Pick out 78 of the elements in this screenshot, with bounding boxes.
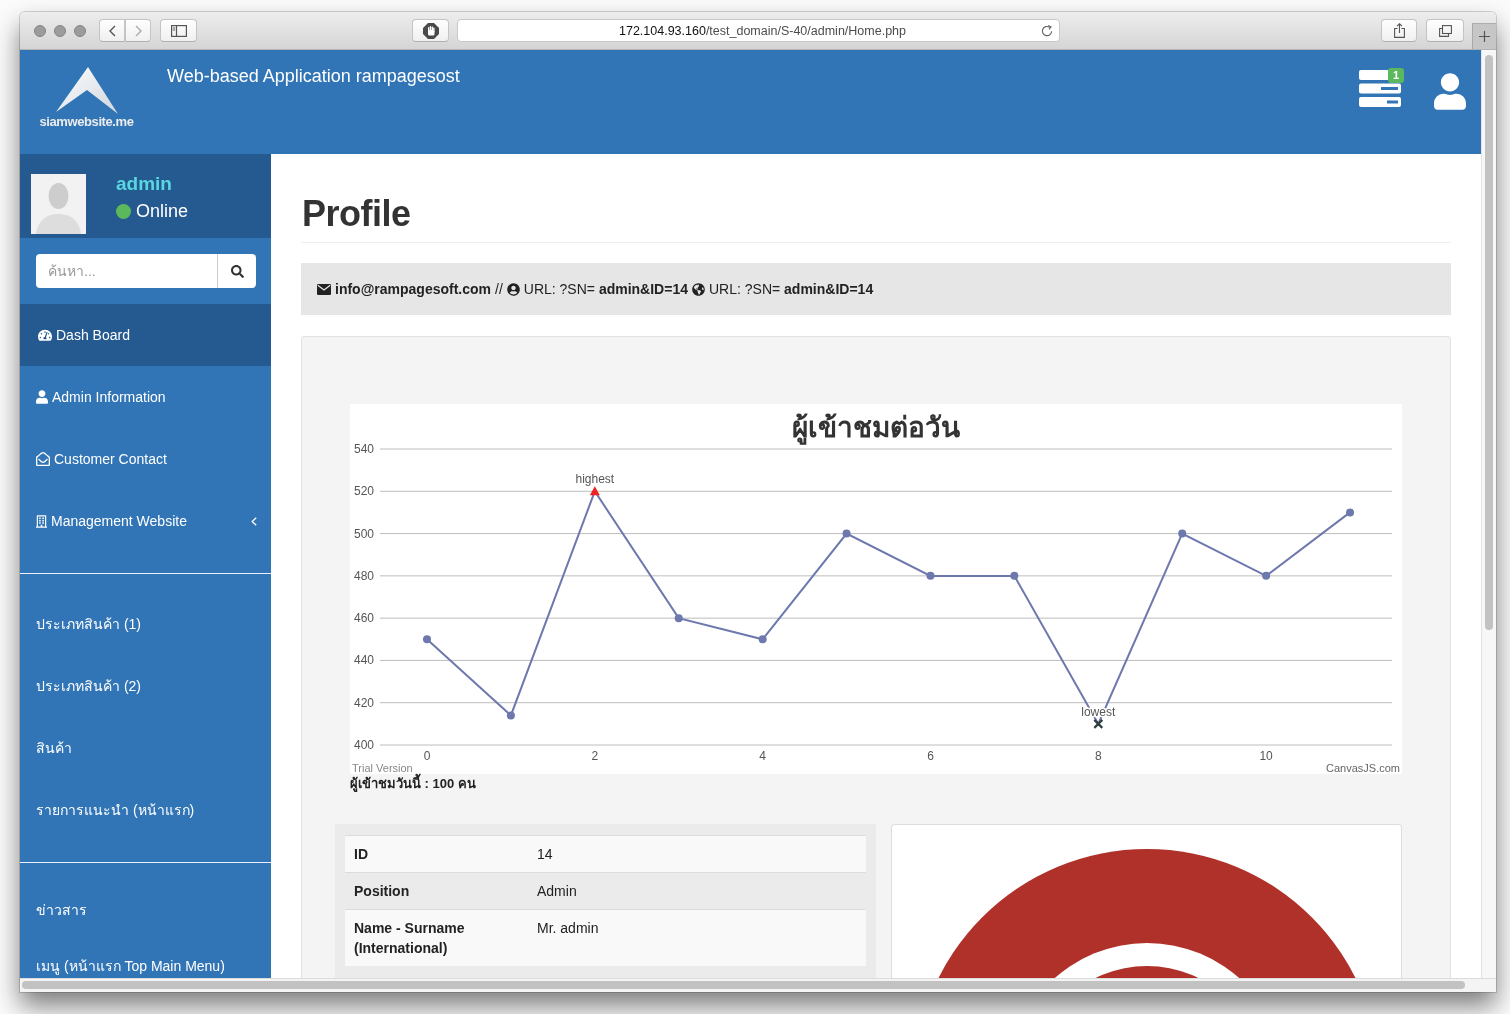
axis-label: 540 <box>353 442 374 456</box>
address-field[interactable]: 172.104.93.160/test_domain/S-40/admin/Home.php <box>457 19 1060 42</box>
chart-title: ผู้เข้าชมต่อวัน <box>792 410 960 444</box>
axis-label: 10 <box>1259 749 1273 763</box>
menu-item[interactable]: Customer Contact <box>20 428 271 490</box>
table-cell: 14 <box>528 835 866 873</box>
user-icon <box>36 390 48 404</box>
cross-marker <box>1093 719 1104 729</box>
logo-text: siamwebsite.me <box>39 114 134 130</box>
new-tab-button[interactable] <box>1472 23 1496 49</box>
chevron-left-icon <box>108 24 116 37</box>
annotation-label: highest <box>575 472 615 487</box>
building-icon <box>36 514 47 528</box>
axis-label: 440 <box>353 653 374 668</box>
squares-icon <box>1438 24 1452 37</box>
share-button[interactable] <box>1381 19 1417 42</box>
envelope-open-icon <box>36 452 50 466</box>
axis-label: 420 <box>353 695 374 710</box>
vertical-scrollbar[interactable] <box>1485 55 1493 630</box>
axis-label: 520 <box>353 484 374 499</box>
axis-label: 460 <box>353 611 374 626</box>
envelope-icon <box>317 283 331 295</box>
plus-icon <box>1479 31 1490 42</box>
menu-item[interactable]: สินค้า <box>20 717 271 779</box>
logo-icon <box>55 67 118 114</box>
triangle-marker <box>589 486 600 496</box>
page-title: Profile <box>302 194 412 234</box>
axis-label: 500 <box>353 526 374 541</box>
user-icon[interactable] <box>1434 73 1466 110</box>
url-text: URL: ?SN= admin&ID=14 <box>523 281 688 297</box>
separator-text: // <box>495 281 503 297</box>
window-control-icon[interactable] <box>54 24 66 37</box>
chevron-right-icon <box>134 24 142 37</box>
reload-icon[interactable] <box>1041 24 1053 37</box>
menu-item[interactable]: ประเภทสินค้า (2) <box>20 655 271 717</box>
axis-label: 2 <box>591 749 599 763</box>
axis-label: 8 <box>1094 749 1102 763</box>
tasks-icon[interactable] <box>1359 70 1401 107</box>
sidebar-icon <box>170 24 187 37</box>
table-cell: Mr. admin <box>528 909 866 966</box>
app-title: Web-based Application rampagesost <box>167 65 460 87</box>
menu-item[interactable]: Admin Information <box>20 366 271 428</box>
trial-label: Trial Version <box>352 762 413 774</box>
globe-icon <box>692 282 705 296</box>
user-name: admin <box>116 173 173 195</box>
axis-label: 400 <box>353 738 374 752</box>
window-control-icon[interactable] <box>34 24 46 37</box>
axis-label: 6 <box>927 749 934 763</box>
credit-text: CanvasJS.com <box>1326 762 1400 774</box>
search-field[interactable]: ค้นหา... <box>36 254 217 288</box>
hand-stop-icon <box>422 22 439 39</box>
search-icon <box>230 264 244 278</box>
axis-label: 4 <box>759 749 766 763</box>
menu-item[interactable]: ข่าวสาร <box>20 882 271 938</box>
search-button[interactable] <box>217 254 256 288</box>
table-cell: ID <box>345 835 528 873</box>
dashboard-icon <box>38 328 52 342</box>
menu-item[interactable]: รายการแนะนำ (หน้าแรก) <box>20 779 271 841</box>
share-icon <box>1393 23 1405 38</box>
notification-badge: 1 <box>1387 68 1404 83</box>
url-text: URL: ?SN= admin&ID=14 <box>709 281 874 297</box>
tabs-button[interactable] <box>1426 19 1464 42</box>
menu-item[interactable]: ประเภทสินค้า (1) <box>20 593 271 655</box>
user-avatar <box>31 174 86 234</box>
table-cell: Name - Surname (International) <box>345 909 528 966</box>
privacy-button[interactable] <box>412 19 449 42</box>
sidebar-toggle-button[interactable] <box>160 19 197 42</box>
window-control-icon[interactable] <box>74 24 86 37</box>
email-text: info@rampagesoft.com <box>335 281 491 297</box>
axis-label: 0 <box>423 749 431 763</box>
horizontal-scrollbar[interactable] <box>22 981 1465 989</box>
menu-item[interactable]: Dash Board <box>20 304 271 366</box>
status-text: Online <box>136 200 189 222</box>
menu-item[interactable]: เมนู (หน้าแรก Top Main Menu) <box>20 938 271 978</box>
status-dot-icon <box>116 203 131 219</box>
menu-item[interactable]: Management Website <box>20 490 271 552</box>
axis-label: 480 <box>353 568 374 583</box>
visitors-today-text: ผู้เข้าชมวันนี้ : 100 คน <box>350 774 1402 794</box>
